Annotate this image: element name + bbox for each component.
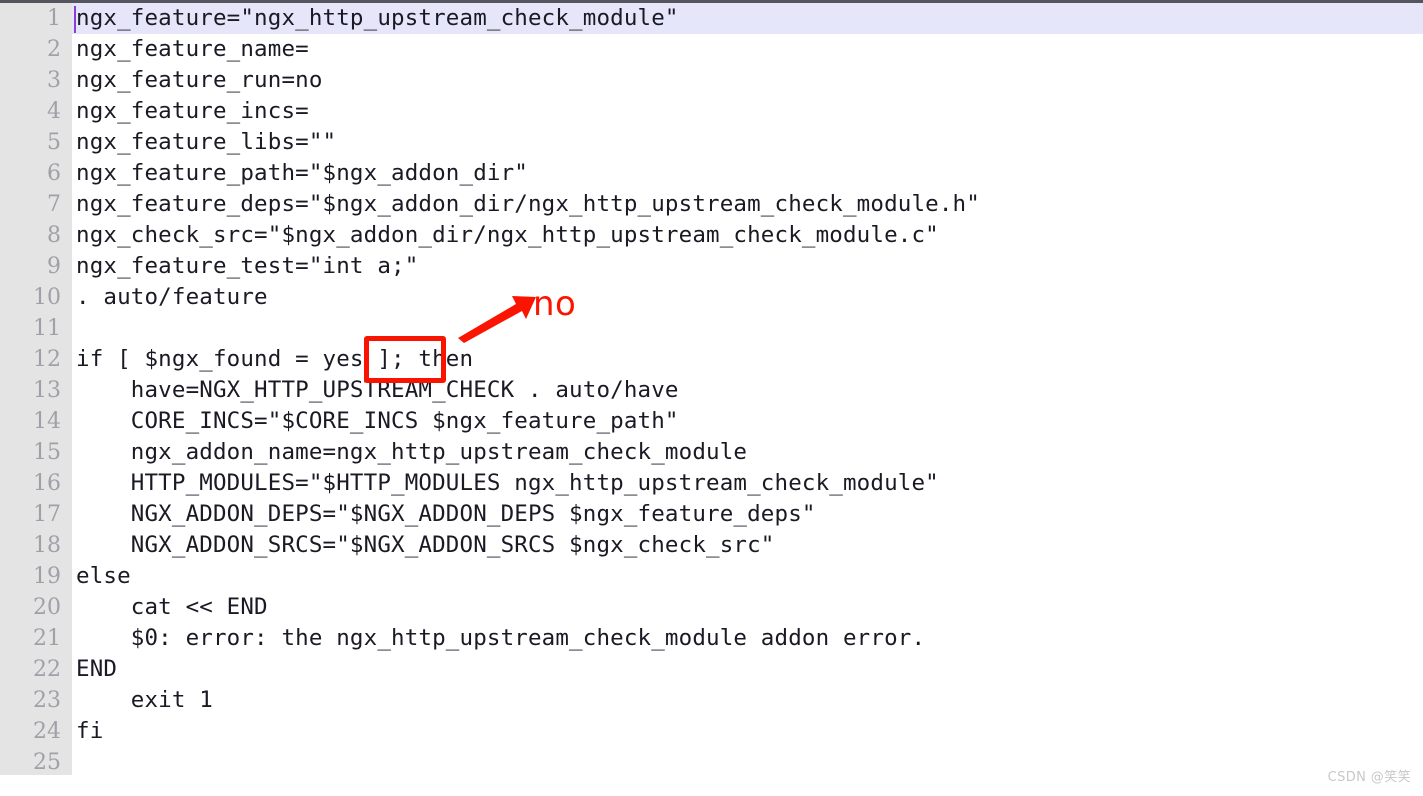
code-line[interactable]: ngx_feature_run=no (72, 65, 1423, 96)
line-number: 12 (33, 347, 61, 372)
line-number: 17 (33, 502, 61, 527)
code-line-text: ngx_feature_run=no (76, 67, 323, 93)
line-number: 7 (47, 192, 61, 217)
code-line-text: ngx_feature_libs="" (76, 129, 337, 155)
code-line[interactable]: ngx_feature_path="$ngx_addon_dir" (72, 158, 1423, 189)
code-line[interactable]: fi (72, 716, 1423, 747)
code-line[interactable]: ngx_check_src="$ngx_addon_dir/ngx_http_u… (72, 220, 1423, 251)
code-line-text: ngx_feature_path="$ngx_addon_dir" (76, 160, 528, 186)
code-line[interactable]: exit 1 (72, 685, 1423, 716)
line-number: 18 (33, 533, 61, 558)
watermark: CSDN @笑笑 (1327, 770, 1411, 785)
line-number: 6 (47, 161, 61, 186)
code-line[interactable]: CORE_INCS="$CORE_INCS $ngx_feature_path" (72, 406, 1423, 437)
code-line-text: if [ $ngx_found = yes ]; then (76, 346, 474, 372)
code-line-text: . auto/feature (76, 284, 268, 310)
code-line-text: ngx_check_src="$ngx_addon_dir/ngx_http_u… (76, 222, 939, 248)
code-line[interactable]: . auto/feature (72, 282, 1423, 313)
code-line[interactable]: NGX_ADDON_SRCS="$NGX_ADDON_SRCS $ngx_che… (72, 530, 1423, 561)
code-line-text: fi (76, 718, 104, 744)
line-number: 22 (33, 657, 61, 682)
code-line[interactable]: ngx_feature_name= (72, 34, 1423, 65)
line-number: 19 (33, 564, 61, 589)
line-number: 2 (47, 37, 61, 62)
line-number: 10 (33, 285, 61, 310)
line-number: 13 (33, 378, 61, 403)
code-line[interactable]: ngx_feature="ngx_http_upstream_check_mod… (72, 3, 1423, 34)
line-number-gutter: 1 2 3 4 5 6 7 8 9 10 11 12 13 14 15 16 17 18 19 20 21 22 23 24 2… (0, 3, 72, 775)
line-number: 3 (47, 68, 61, 93)
code-line-text: HTTP_MODULES="$HTTP_MODULES ngx_http_ups… (76, 470, 939, 496)
code-line[interactable] (72, 747, 1423, 778)
code-line-text: END (76, 656, 118, 682)
code-line-text: exit 1 (76, 687, 213, 713)
line-number: 4 (47, 99, 61, 124)
code-line[interactable]: have=NGX_HTTP_UPSTREAM_CHECK . auto/have (72, 375, 1423, 406)
code-line-text: else (76, 563, 131, 589)
line-number: 8 (47, 223, 61, 248)
code-line[interactable] (72, 313, 1423, 344)
code-line[interactable]: ngx_addon_name=ngx_http_upstream_check_m… (72, 437, 1423, 468)
line-number: 9 (47, 254, 61, 279)
code-line[interactable]: if [ $ngx_found = yes ]; then (72, 344, 1423, 375)
line-number: 16 (33, 471, 61, 496)
line-number: 21 (33, 626, 61, 651)
code-editor: 1 2 3 4 5 6 7 8 9 10 11 12 13 14 15 16 17 18 19 20 21 22 23 24 2… (0, 0, 1423, 796)
code-line-text: cat << END (76, 594, 268, 620)
line-number: 15 (33, 440, 61, 465)
code-line[interactable]: cat << END (72, 592, 1423, 623)
code-line-text: ngx_addon_name=ngx_http_upstream_check_m… (76, 439, 748, 465)
line-number: 5 (47, 130, 61, 155)
code-line-text: $0: error: the ngx_http_upstream_check_m… (76, 625, 926, 651)
code-line-text: have=NGX_HTTP_UPSTREAM_CHECK . auto/have (76, 377, 679, 403)
code-line[interactable]: ngx_feature_test="int a;" (72, 251, 1423, 282)
code-line-text: ngx_feature_test="int a;" (76, 253, 419, 279)
line-number: 24 (33, 719, 61, 744)
code-line[interactable]: HTTP_MODULES="$HTTP_MODULES ngx_http_ups… (72, 468, 1423, 499)
code-text-area[interactable]: ngx_feature="ngx_http_upstream_check_mod… (72, 3, 1423, 796)
code-line-text: ngx_feature_deps="$ngx_addon_dir/ngx_htt… (76, 191, 980, 217)
code-line-text: NGX_ADDON_SRCS="$NGX_ADDON_SRCS $ngx_che… (76, 532, 775, 558)
code-line-text: ngx_feature="ngx_http_upstream_check_mod… (76, 5, 679, 31)
line-number: 14 (33, 409, 61, 434)
line-number: 25 (33, 750, 61, 775)
text-caret (74, 6, 76, 33)
code-line[interactable]: END (72, 654, 1423, 685)
line-number: 23 (33, 688, 61, 713)
annotation-note-label: no (533, 284, 577, 324)
code-line[interactable]: ngx_feature_incs= (72, 96, 1423, 127)
code-line-text: NGX_ADDON_DEPS="$NGX_ADDON_DEPS $ngx_fea… (76, 501, 816, 527)
code-line-text: ngx_feature_name= (76, 36, 309, 62)
line-number: 20 (33, 595, 61, 620)
line-number: 1 (47, 6, 61, 31)
code-line[interactable]: NGX_ADDON_DEPS="$NGX_ADDON_DEPS $ngx_fea… (72, 499, 1423, 530)
code-line-text: ngx_feature_incs= (76, 98, 309, 124)
code-line[interactable]: $0: error: the ngx_http_upstream_check_m… (72, 623, 1423, 654)
line-number: 11 (33, 316, 61, 341)
code-line[interactable]: ngx_feature_libs="" (72, 127, 1423, 158)
code-line[interactable]: ngx_feature_deps="$ngx_addon_dir/ngx_htt… (72, 189, 1423, 220)
code-line[interactable]: else (72, 561, 1423, 592)
code-line-text: CORE_INCS="$CORE_INCS $ngx_feature_path" (76, 408, 679, 434)
